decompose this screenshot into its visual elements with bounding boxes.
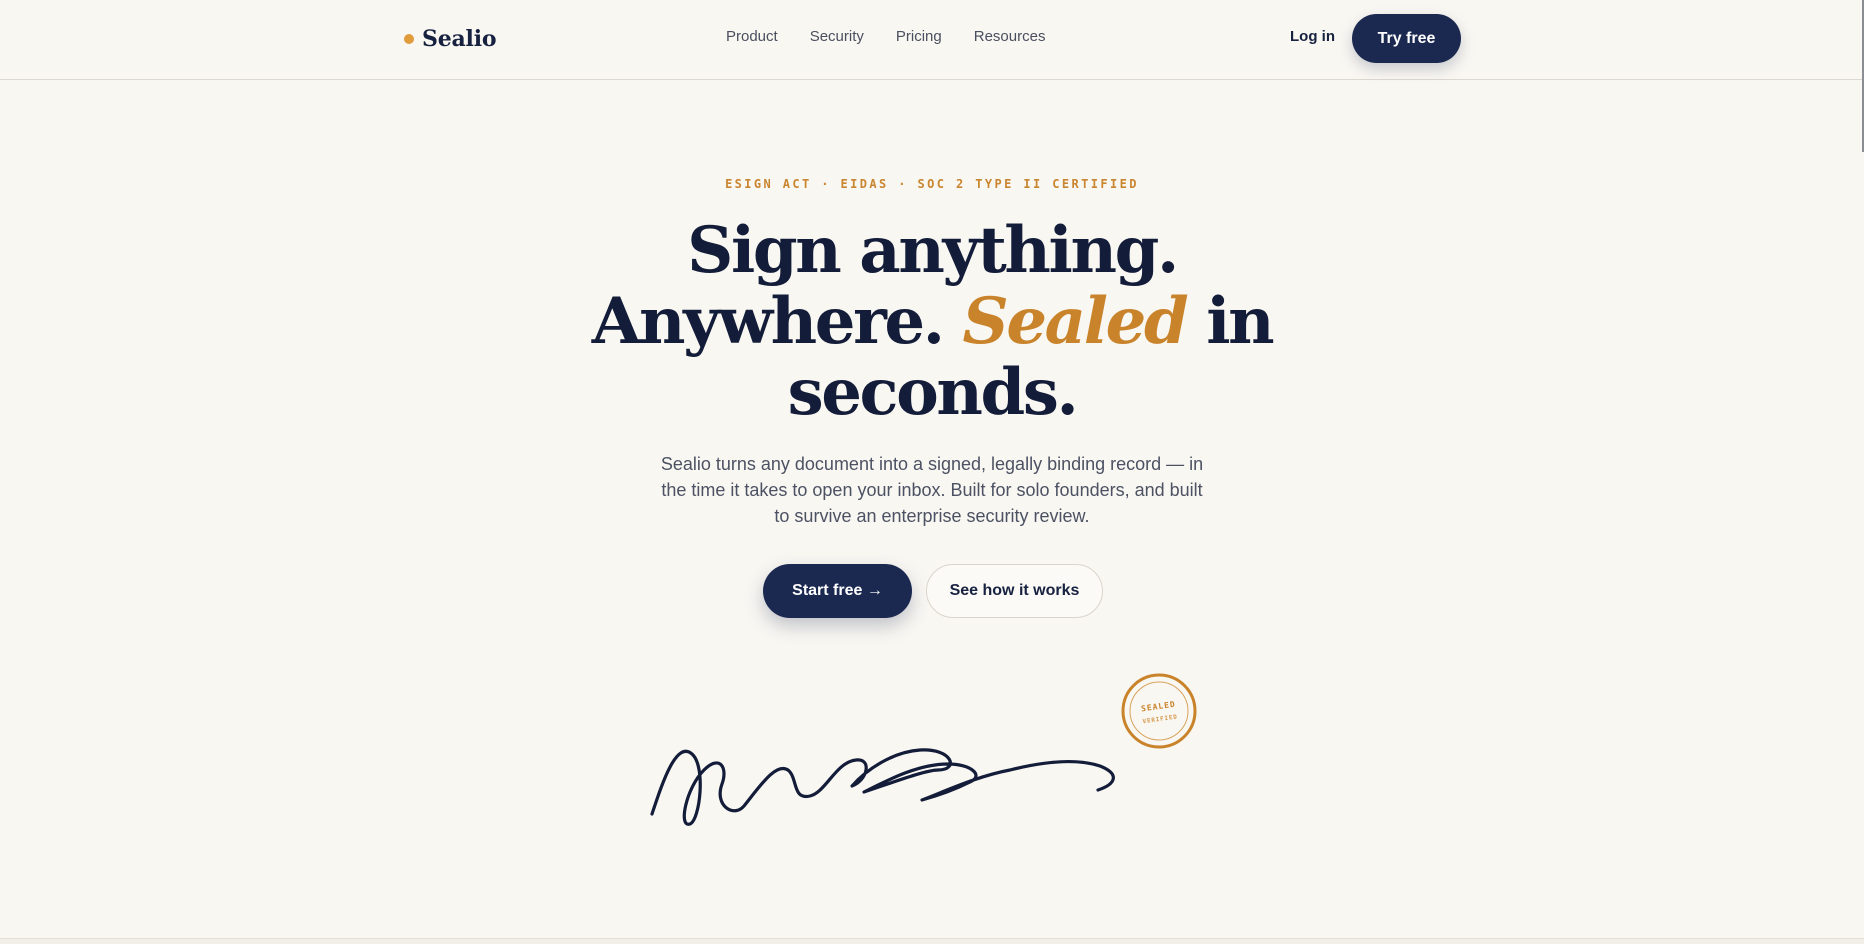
brand-name: Sealio (422, 26, 497, 52)
nav-link-pricing[interactable]: Pricing (896, 28, 942, 45)
headline-line-2-end: in (1206, 284, 1274, 359)
sealed-stamp-icon: SEALED VERIFIED (1121, 673, 1197, 749)
signature-scribble-icon (650, 748, 1115, 826)
start-free-button[interactable]: Start free → (763, 564, 912, 618)
see-how-it-works-button[interactable]: See how it works (926, 564, 1103, 618)
section-divider (0, 938, 1864, 944)
cta-group: Start free → See how it works (763, 564, 1103, 618)
login-link[interactable]: Log in (1290, 28, 1335, 45)
headline-line-2-start: Anywhere. (591, 284, 945, 359)
seal-bottom-text: VERIFIED (1142, 713, 1178, 725)
seal-top-text: SEALED (1140, 700, 1176, 714)
hero-subtitle: Sealio turns any document into a signed,… (660, 454, 1204, 526)
nav-link-product[interactable]: Product (726, 28, 778, 45)
try-free-button[interactable]: Try free (1352, 14, 1461, 63)
headline-line-3: seconds. (787, 355, 1079, 430)
main-nav: Product Security Pricing Resources (726, 28, 1045, 45)
site-header: Sealio Product Security Pricing Resource… (0, 0, 1864, 80)
headline-line-1: Sign anything. (687, 213, 1179, 288)
hero-headline: Sign anything. Anywhere. Sealed in secon… (582, 215, 1282, 428)
logo-dot-icon (404, 34, 414, 44)
headline-accent-word: Sealed (962, 284, 1189, 359)
nav-link-security[interactable]: Security (810, 28, 864, 45)
nav-link-resources[interactable]: Resources (974, 28, 1046, 45)
compliance-eyebrow: ESIGN ACT · EIDAS · SOC 2 TYPE II CERTIF… (725, 177, 1139, 191)
brand-logo[interactable]: Sealio (404, 22, 497, 56)
